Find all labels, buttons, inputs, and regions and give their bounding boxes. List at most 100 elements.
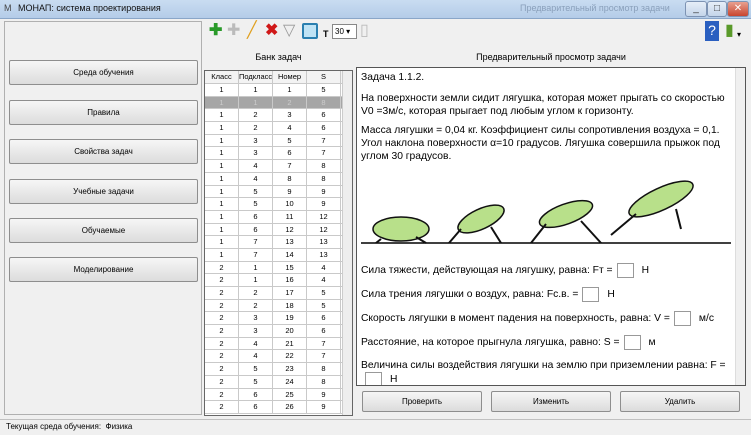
delete-button[interactable]: Удалить [620, 391, 740, 412]
table-scrollbar[interactable] [342, 71, 352, 415]
task-paragraph-1: На поверхности земли сидит лягушка, кото… [361, 93, 725, 117]
table-row[interactable]: 1357 [205, 134, 352, 148]
table-row[interactable]: 1 6 11 12 [205, 210, 352, 224]
maximize-button[interactable]: □ [707, 1, 727, 17]
delete-icon[interactable]: ✖ [265, 22, 278, 40]
table-cell: Номер [273, 71, 307, 83]
font-size-select[interactable]: 30 ▾ [332, 24, 357, 39]
answer-question: Сила трения лягушки о воздух, равна: Fс.… [361, 287, 733, 302]
table-cell: 16 [273, 274, 307, 286]
question-text: Величина силы воздействия лягушки на зем… [361, 360, 726, 371]
table-cell: 5 [239, 185, 273, 198]
table-row[interactable]: 1115 [205, 84, 352, 97]
table-cell: 1 [239, 96, 273, 109]
table-row[interactable]: 2 3 20 6 [205, 325, 352, 338]
preview-icon[interactable] [302, 23, 318, 39]
table-cell: 1 [205, 223, 239, 236]
sidebar-item-rules[interactable]: Правила [9, 100, 198, 125]
table-row[interactable]: 2 4 21 7 [205, 337, 352, 351]
add-icon[interactable]: ✚ [209, 22, 222, 40]
table-cell: 23 [273, 363, 307, 375]
table-row[interactable]: 1236 [205, 109, 352, 123]
sidebar-item-task-properties[interactable]: Свойства задач [9, 139, 198, 164]
answer-input[interactable] [582, 287, 600, 302]
edit-button[interactable]: Изменить [491, 391, 611, 412]
table-row[interactable]: 1488 [205, 172, 352, 186]
table-row[interactable]: 2 6 25 9 [205, 388, 352, 402]
table-row[interactable]: 2 6 26 9 [205, 401, 352, 414]
table-row[interactable]: 1367 [205, 147, 352, 161]
table-cell: 7 [239, 236, 273, 248]
table-row[interactable]: 2 1 16 4 [205, 274, 352, 287]
check-button[interactable]: Проверить [362, 391, 482, 412]
table-row[interactable]: 1 6 12 12 [205, 223, 352, 237]
table-cell: 2 [205, 388, 239, 401]
sidebar-item-tasks[interactable]: Учебные задачи [9, 179, 198, 204]
table-cell: 4 [307, 261, 341, 274]
table-cell: 5 [307, 84, 341, 96]
table-row[interactable]: 2 4 22 7 [205, 350, 352, 364]
task-bank-table: Класс Подкласс Номер S 1 1 1 5 1 1 2 8 1 2 3 6 1 2 4 6 1 3 5 7 1… [204, 70, 353, 416]
table-cell: 9 [273, 185, 307, 198]
minimize-button[interactable]: _ [685, 1, 707, 17]
unit-label: Н [641, 265, 649, 277]
table-row[interactable]: 1 5 10 9 [205, 198, 352, 211]
question-text: Сила тяжести, действующая на лягушку, ра… [361, 265, 613, 277]
table-row[interactable]: 2 5 23 8 [205, 363, 352, 376]
table-cell: 2 [205, 261, 239, 274]
page-icon[interactable]: ▯ [360, 22, 369, 40]
table-row[interactable]: 2 2 18 5 [205, 299, 352, 313]
chevron-down-icon[interactable]: ▾ [737, 26, 741, 44]
add-sub-icon[interactable]: ✚ [227, 22, 240, 40]
preview-scrollbar[interactable] [735, 68, 745, 385]
table-row[interactable]: 1 7 14 13 [205, 248, 352, 262]
table-row[interactable]: 2 5 24 8 [205, 375, 352, 389]
table-row[interactable]: 2 1 15 4 [205, 261, 352, 275]
sidebar: Среда обучения Правила Свойства задач Уч… [4, 21, 202, 415]
sidebar-item-modeling[interactable]: Моделирование [9, 257, 198, 282]
sidebar-item-learners[interactable]: Обучаемые [9, 218, 198, 243]
task-preview: Задача 1.1.2. На поверхности земли сидит… [356, 67, 746, 386]
close-button[interactable]: ✕ [727, 1, 749, 17]
answer-input[interactable] [623, 335, 641, 350]
answer-input[interactable] [365, 372, 382, 385]
plugin-icon[interactable]: ▮ [725, 22, 734, 40]
table-cell: 1 [239, 261, 273, 274]
table-row[interactable]: 1599 [205, 185, 352, 199]
help-icon[interactable]: ? [705, 21, 719, 41]
table-cell: 17 [273, 287, 307, 299]
table-cell: 9 [307, 198, 341, 210]
window-title: МОНАП: система проектирования [18, 3, 161, 13]
table-row[interactable]: 2 2 17 5 [205, 287, 352, 300]
table-cell: 5 [307, 299, 341, 312]
answer-input[interactable] [673, 311, 691, 326]
answer-question: Сила тяжести, действующая на лягушку, ра… [361, 263, 733, 278]
table-cell: 7 [307, 337, 341, 350]
table-cell: 12 [273, 223, 307, 236]
filter-icon[interactable]: ▽ [283, 22, 295, 40]
table-cell: 25 [273, 388, 307, 401]
table-cell: 1 [239, 274, 273, 286]
table-cell: 10 [273, 198, 307, 210]
answer-input[interactable] [616, 263, 634, 278]
table-cell: 2 [205, 363, 239, 375]
table-row[interactable]: 1478 [205, 160, 352, 173]
table-cell: 9 [307, 388, 341, 401]
table-cell: 13 [307, 236, 341, 248]
table-cell: 5 [239, 375, 273, 388]
title-bar: M МОНАП: система проектирования Предвари… [0, 0, 751, 19]
table-row[interactable]: 2 3 19 6 [205, 312, 352, 326]
sidebar-item-learning-env[interactable]: Среда обучения [9, 60, 198, 85]
table-cell: 2 [205, 375, 239, 388]
table-row[interactable]: 1 7 13 13 [205, 236, 352, 249]
table-cell: 8 [307, 160, 341, 172]
table-cell: 7 [273, 160, 307, 172]
table-cell: 6 [307, 312, 341, 325]
table-cell: 3 [239, 147, 273, 160]
app-icon: M [4, 3, 12, 13]
edit-pencil-icon[interactable]: ╱ [247, 22, 257, 40]
table-cell: 8 [273, 172, 307, 185]
table-row[interactable]: 1128 [205, 96, 352, 110]
table-row[interactable]: 1246 [205, 122, 352, 135]
task-heading: Задача 1.1.2. [361, 72, 425, 83]
